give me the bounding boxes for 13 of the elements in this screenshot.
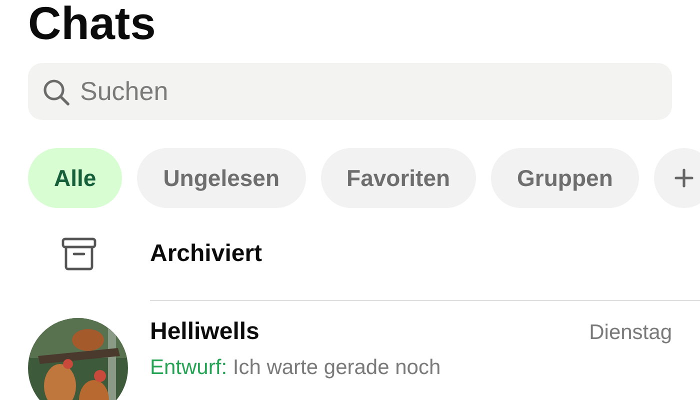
archived-label[interactable]: Archiviert [150, 240, 262, 268]
add-filter-button[interactable] [654, 148, 700, 208]
filter-chip[interactable]: Gruppen [491, 148, 639, 208]
search-field[interactable]: Suchen [28, 63, 672, 120]
chat-time: Dienstag [589, 321, 672, 345]
filter-chip[interactable]: Ungelesen [137, 148, 306, 208]
filter-chip[interactable]: Favoriten [320, 148, 476, 208]
message-preview: Entwurf: Ich warte gerade noch [150, 356, 442, 380]
page-title: Chats [28, 0, 157, 42]
archive-icon [61, 237, 97, 271]
plus-icon [674, 168, 694, 188]
filter-chip[interactable]: Alle [28, 148, 122, 208]
chat-name: Helliwells [150, 318, 260, 346]
